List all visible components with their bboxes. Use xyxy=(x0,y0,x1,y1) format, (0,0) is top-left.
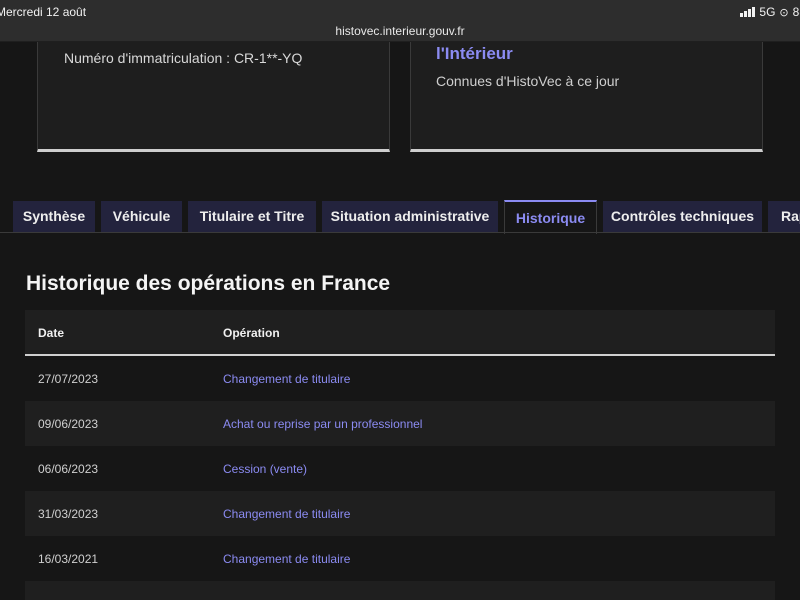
cell-date: 06/06/2023 xyxy=(38,462,99,476)
tab-label: Situation administrative xyxy=(330,208,490,224)
url-text: histovec.interieur.gouv.fr xyxy=(335,24,465,38)
cell-operation[interactable]: Changement de titulaire xyxy=(223,507,350,521)
ministry-card: l'Intérieur Connues d'HistoVec à ce jour xyxy=(410,42,763,152)
address-bar[interactable]: histovec.interieur.gouv.fr xyxy=(0,22,800,42)
cell-operation[interactable]: Achat ou reprise par un professionnel xyxy=(223,417,422,431)
tab-label: Historique xyxy=(515,210,586,226)
tab-titulaire-titre[interactable]: Titulaire et Titre xyxy=(188,201,316,232)
cell-date: 31/03/2023 xyxy=(38,507,99,521)
tab-historique[interactable]: Historique xyxy=(504,200,597,234)
tab-bar: Synthèse Véhicule Titulaire et Titre Sit… xyxy=(0,200,800,234)
rotation-lock-icon: ⊙ xyxy=(779,6,789,19)
tab-synthese[interactable]: Synthèse xyxy=(13,201,95,232)
cell-date: 16/03/2021 xyxy=(38,552,99,566)
operations-table: Date Opération 27/07/2023 Changement de … xyxy=(25,310,775,600)
cell-operation[interactable]: Changement de titulaire xyxy=(223,372,350,386)
tab-label: Rap xyxy=(781,208,800,224)
tab-vehicule[interactable]: Véhicule xyxy=(101,201,182,232)
browser-viewport: Mercredi 12 août 5G ⊙ 88 histovec.interi… xyxy=(0,0,800,600)
tab-label: Titulaire et Titre xyxy=(199,208,305,224)
tab-label: Contrôles techniques xyxy=(610,208,755,224)
table-row: 06/06/2023 Cession (vente) xyxy=(25,446,775,491)
table-header: Date Opération xyxy=(25,310,775,356)
status-indicators: 5G ⊙ 88 xyxy=(740,5,800,19)
signal-strength-icon xyxy=(740,7,756,17)
network-type: 5G xyxy=(759,5,776,19)
tab-rapport[interactable]: Rap xyxy=(768,201,800,232)
page-title: Historique des opérations en France xyxy=(26,272,391,295)
tab-controles-techniques[interactable]: Contrôles techniques xyxy=(603,201,762,232)
table-row: 09/06/2023 Achat ou reprise par un profe… xyxy=(25,401,775,446)
table-row: 16/03/2021 Changement de titulaire xyxy=(25,536,775,581)
cell-date: 09/06/2023 xyxy=(38,417,99,431)
table-row xyxy=(25,581,775,600)
table-row: 27/07/2023 Changement de titulaire xyxy=(25,356,775,401)
cell-operation[interactable]: Cession (vente) xyxy=(223,462,307,476)
table-row: 31/03/2023 Changement de titulaire xyxy=(25,491,775,536)
tab-label: Véhicule xyxy=(112,208,171,224)
battery-level: 88 xyxy=(792,5,800,19)
tab-label: Synthèse xyxy=(22,208,86,224)
tab-situation-administrative[interactable]: Situation administrative xyxy=(322,201,498,232)
registration-number: Numéro d'immatriculation : CR-1**-YQ xyxy=(64,50,303,66)
ministry-card-title: l'Intérieur xyxy=(436,44,513,63)
registration-card: Numéro d'immatriculation : CR-1**-YQ xyxy=(37,42,390,152)
ios-status-bar: Mercredi 12 août 5G ⊙ 88 xyxy=(0,0,800,22)
ministry-card-desc: Connues d'HistoVec à ce jour xyxy=(436,73,620,89)
status-date: Mercredi 12 août xyxy=(0,5,87,19)
tab-divider xyxy=(0,232,800,233)
column-header-operation: Opération xyxy=(223,326,280,340)
column-header-date: Date xyxy=(38,326,65,340)
cell-operation[interactable]: Changement de titulaire xyxy=(223,552,350,566)
cell-date: 27/07/2023 xyxy=(38,372,99,386)
